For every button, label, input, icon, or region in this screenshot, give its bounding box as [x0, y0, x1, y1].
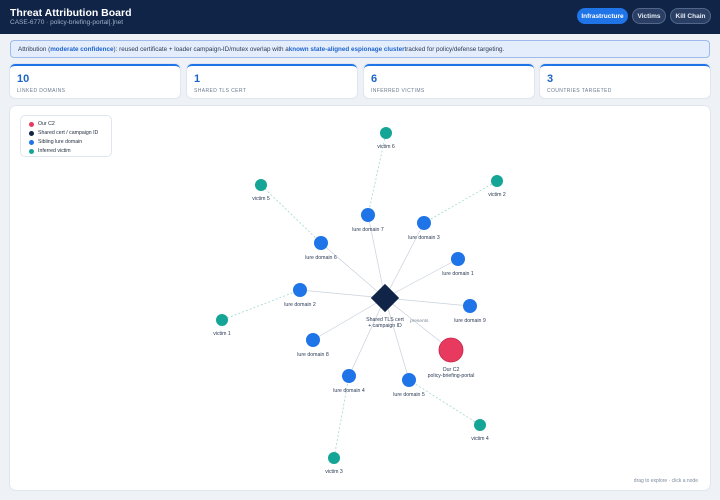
- tab-infrastructure[interactable]: Infrastructure: [577, 8, 628, 24]
- edge-hub-domain5: [384, 297, 410, 381]
- banner-prefix: Attribution (: [18, 45, 51, 53]
- case-subtitle: CASE-6770 · policy-briefing-portal[.]net: [10, 19, 124, 26]
- banner-cluster: known state-aligned espionage cluster: [288, 45, 405, 53]
- victim-nodes[interactable]: victim 1 victim 2 victim 3 victim 4 vict…: [213, 127, 506, 475]
- attribution-graph-panel[interactable]: presents lure domain 1 lure domain 2 lur…: [10, 106, 710, 490]
- node-lure-domain-9[interactable]: lure domain 9: [454, 299, 486, 324]
- node-label: lure domain 5: [393, 392, 425, 398]
- legend-label: Our C2: [38, 121, 55, 127]
- dot-icon: [29, 139, 34, 145]
- page-title: Threat Attribution Board: [10, 7, 132, 19]
- node-victim-3[interactable]: victim 3: [325, 452, 343, 475]
- node-label: victim 3: [325, 469, 343, 475]
- attribution-banner: Attribution (moderate confidence): reuse…: [10, 40, 710, 58]
- node-lure-domain-4[interactable]: lure domain 4: [333, 369, 365, 394]
- dot-icon: [29, 130, 34, 136]
- graph-legend: Our C2 Shared cert / campaign ID Sibling…: [20, 115, 112, 157]
- node-label: lure domain 1: [442, 271, 474, 277]
- node-lure-domain-7[interactable]: lure domain 7: [352, 208, 384, 233]
- node-label: victim 4: [471, 436, 489, 442]
- stat-value: 3: [547, 73, 554, 85]
- attribution-graph[interactable]: presents lure domain 1 lure domain 2 lur…: [10, 106, 710, 490]
- stat-card-countries-targeted: 3 COUNTRIES TARGETED: [540, 64, 710, 98]
- top-header: Threat Attribution Board CASE-6770 · pol…: [0, 0, 720, 34]
- legend-row-cert: Shared cert / campaign ID: [29, 130, 98, 136]
- banner-middle: ): reused certificate + loader campaign-…: [113, 45, 289, 53]
- node-label: victim 6: [377, 144, 395, 150]
- banner-confidence: moderate confidence: [50, 45, 114, 53]
- node-victim-2[interactable]: victim 2: [488, 175, 506, 198]
- legend-row-sibling: Sibling lure domain: [29, 139, 82, 145]
- node-label: victim 1: [213, 331, 231, 337]
- node-victim-6[interactable]: victim 6: [377, 127, 395, 150]
- edge-domain6-victim5: [260, 184, 322, 244]
- node-label: victim 5: [252, 196, 270, 202]
- node-label-line2: policy-briefing-portal: [428, 373, 475, 379]
- node-label: lure domain 9: [454, 318, 486, 324]
- edge-label-presents: presents: [410, 318, 429, 324]
- node-lure-domain-8[interactable]: lure domain 8: [297, 333, 329, 358]
- node-lure-domain-2[interactable]: lure domain 2: [284, 283, 316, 308]
- stat-value: 6: [371, 73, 378, 85]
- dot-icon: [29, 148, 34, 154]
- stat-card-linked-domains: 10 LINKED DOMAINS: [10, 64, 180, 98]
- edge-hub-domain4: [348, 297, 386, 377]
- node-lure-domain-5[interactable]: lure domain 5: [393, 373, 425, 398]
- node-lure-domain-3[interactable]: lure domain 3: [408, 216, 440, 241]
- legend-label: Inferred victim: [38, 148, 71, 154]
- stat-value: 10: [17, 73, 30, 85]
- node-label: lure domain 3: [408, 235, 440, 241]
- node-victim-5[interactable]: victim 5: [252, 179, 270, 202]
- dot-icon: [29, 121, 34, 127]
- legend-label: Sibling lure domain: [38, 139, 83, 145]
- node-victim-4[interactable]: victim 4: [471, 419, 489, 442]
- node-label: lure domain 6: [305, 255, 337, 261]
- edge-domain5-victim4: [408, 379, 481, 426]
- graph-hint: drag to explore · click a node: [633, 478, 698, 484]
- stat-label: SHARED TLS CERT: [194, 88, 247, 94]
- node-label: lure domain 2: [284, 302, 316, 308]
- tab-victims[interactable]: Victims: [632, 8, 666, 24]
- tab-kill-chain[interactable]: Kill Chain: [670, 8, 711, 24]
- legend-row-c2: Our C2: [29, 121, 55, 127]
- edge-domain3-victim2: [423, 180, 498, 224]
- legend-row-victim: Inferred victim: [29, 148, 71, 154]
- stat-value: 1: [194, 73, 201, 85]
- stat-card-shared-tls-cert: 1 SHARED TLS CERT: [187, 64, 357, 98]
- node-label: lure domain 7: [352, 227, 384, 233]
- node-label: lure domain 8: [297, 352, 329, 358]
- stat-label: LINKED DOMAINS: [17, 88, 66, 94]
- node-label: lure domain 4: [333, 388, 365, 394]
- stat-label: INFERRED VICTIMS: [371, 88, 425, 94]
- node-label-line2: + campaign ID: [368, 323, 402, 329]
- edge-hub-domain1: [384, 258, 459, 299]
- stat-label: COUNTRIES TARGETED: [547, 88, 612, 94]
- banner-suffix: tracked for policy/defense targeting.: [404, 45, 505, 53]
- stat-card-inferred-victims: 6 INFERRED VICTIMS: [364, 64, 534, 98]
- node-our-c2[interactable]: Our C2 policy-briefing-portal: [428, 337, 475, 379]
- node-lure-domain-6[interactable]: lure domain 6: [305, 236, 337, 261]
- legend-label: Shared cert / campaign ID: [38, 130, 99, 136]
- node-label: victim 2: [488, 192, 506, 198]
